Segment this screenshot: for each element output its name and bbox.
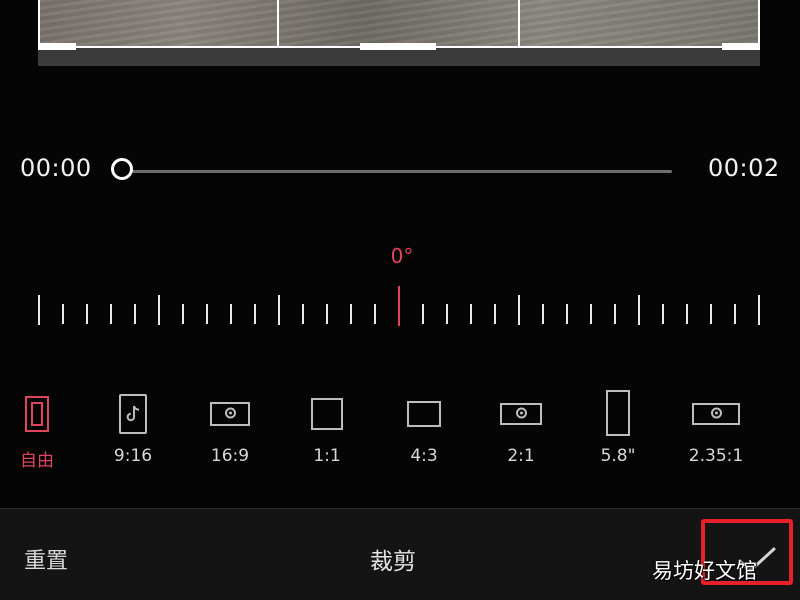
rotation-angle-label: 0° — [390, 244, 414, 268]
crop-corner-handle-right[interactable] — [722, 43, 760, 50]
ruler-tick — [590, 304, 592, 324]
widescreen-frame — [210, 402, 250, 426]
ratio-label: 2:1 — [507, 446, 535, 466]
crop-title: 裁剪 — [370, 549, 416, 575]
tiktok-icon — [126, 405, 140, 422]
ruler-tick — [230, 304, 232, 324]
ratio-option-4-3[interactable]: 4:3 — [384, 390, 464, 474]
cinema-frame-icon — [711, 407, 722, 419]
ratio-option-free[interactable]: 自由 — [0, 390, 77, 474]
ratio-option-16-9[interactable]: 16:9 — [190, 390, 270, 474]
widescreen-icon — [225, 407, 236, 419]
ruler-tick — [134, 304, 136, 324]
ruler-tick — [710, 304, 712, 324]
ratio-option-1-1[interactable]: 1:1 — [287, 390, 367, 474]
ratio-option-2-35-1[interactable]: 2.35:1 — [676, 390, 756, 474]
portrait-frame — [119, 394, 147, 434]
ruler-tick — [446, 304, 448, 324]
ruler-tick — [38, 295, 40, 325]
ruler-tick — [638, 295, 640, 325]
ratio-option-5-8[interactable]: 5.8" — [578, 390, 658, 474]
ratio-label: 2.35:1 — [688, 446, 744, 466]
ruler-tick — [566, 304, 568, 324]
square-icon — [311, 398, 343, 430]
ruler-tick — [182, 304, 184, 324]
ruler-tick — [278, 295, 280, 325]
ruler-tick — [758, 295, 760, 325]
wide-frame — [500, 403, 542, 425]
crop-grid-line-1 — [277, 0, 279, 46]
crop-edge-right[interactable] — [758, 0, 760, 46]
ratio-label: 9:16 — [113, 446, 153, 466]
ruler-tick — [206, 304, 208, 324]
crop-edge-left[interactable] — [38, 0, 40, 46]
bottom-action-bar: 重置 裁剪 易坊好文馆 — [0, 508, 800, 600]
crop-corner-handle-left[interactable] — [38, 43, 76, 50]
preview-bottom-strip — [38, 48, 760, 66]
cinema-frame — [692, 403, 740, 425]
ruler-tick — [254, 304, 256, 324]
preview-image — [38, 0, 760, 48]
ratio-label: 自由 — [20, 451, 54, 471]
timeline-scrubber-handle[interactable] — [111, 158, 133, 180]
timeline-end-time: 00:02 — [708, 154, 780, 182]
crop-editor-screen: 00:00 00:02 0° 自由 9:16 16:9 1:1 4:3 2:1 … — [0, 0, 800, 600]
crop-bottom-handle[interactable] — [360, 43, 436, 50]
ruler-tick — [542, 304, 544, 324]
tall-frame-icon — [606, 390, 630, 436]
ruler-tick — [422, 304, 424, 324]
ratio-label: 1:1 — [313, 446, 341, 466]
ruler-tick — [374, 304, 376, 324]
wide-frame-icon — [516, 407, 527, 419]
ruler-tick — [494, 304, 496, 324]
ruler-tick — [326, 304, 328, 324]
reset-button[interactable]: 重置 — [24, 543, 68, 575]
ruler-tick — [62, 304, 64, 324]
landscape-icon — [407, 401, 441, 427]
ruler-center-marker — [398, 286, 400, 326]
crop-grid-line-2 — [518, 0, 520, 46]
free-frame-icon — [25, 396, 49, 432]
ratio-option-9-16[interactable]: 9:16 — [93, 390, 173, 474]
ruler-tick — [86, 304, 88, 324]
ruler-tick — [350, 304, 352, 324]
ruler-tick — [110, 304, 112, 324]
rotation-ruler[interactable] — [0, 280, 800, 330]
ruler-tick — [614, 304, 616, 324]
ratio-label: 16:9 — [210, 446, 250, 466]
ruler-tick — [470, 304, 472, 324]
ruler-tick — [302, 304, 304, 324]
ratio-option-2-1[interactable]: 2:1 — [481, 390, 561, 474]
ratio-label: 5.8" — [600, 446, 636, 466]
ruler-tick — [686, 304, 688, 324]
timeline-start-time: 00:00 — [20, 154, 92, 182]
ruler-tick — [734, 304, 736, 324]
ruler-tick — [662, 304, 664, 324]
crop-preview[interactable] — [38, 0, 760, 66]
ruler-tick — [158, 295, 160, 325]
watermark-text: 易坊好文馆 — [652, 559, 757, 583]
ruler-tick — [518, 295, 520, 325]
timeline-track[interactable] — [124, 170, 672, 173]
ratio-label: 4:3 — [410, 446, 438, 466]
